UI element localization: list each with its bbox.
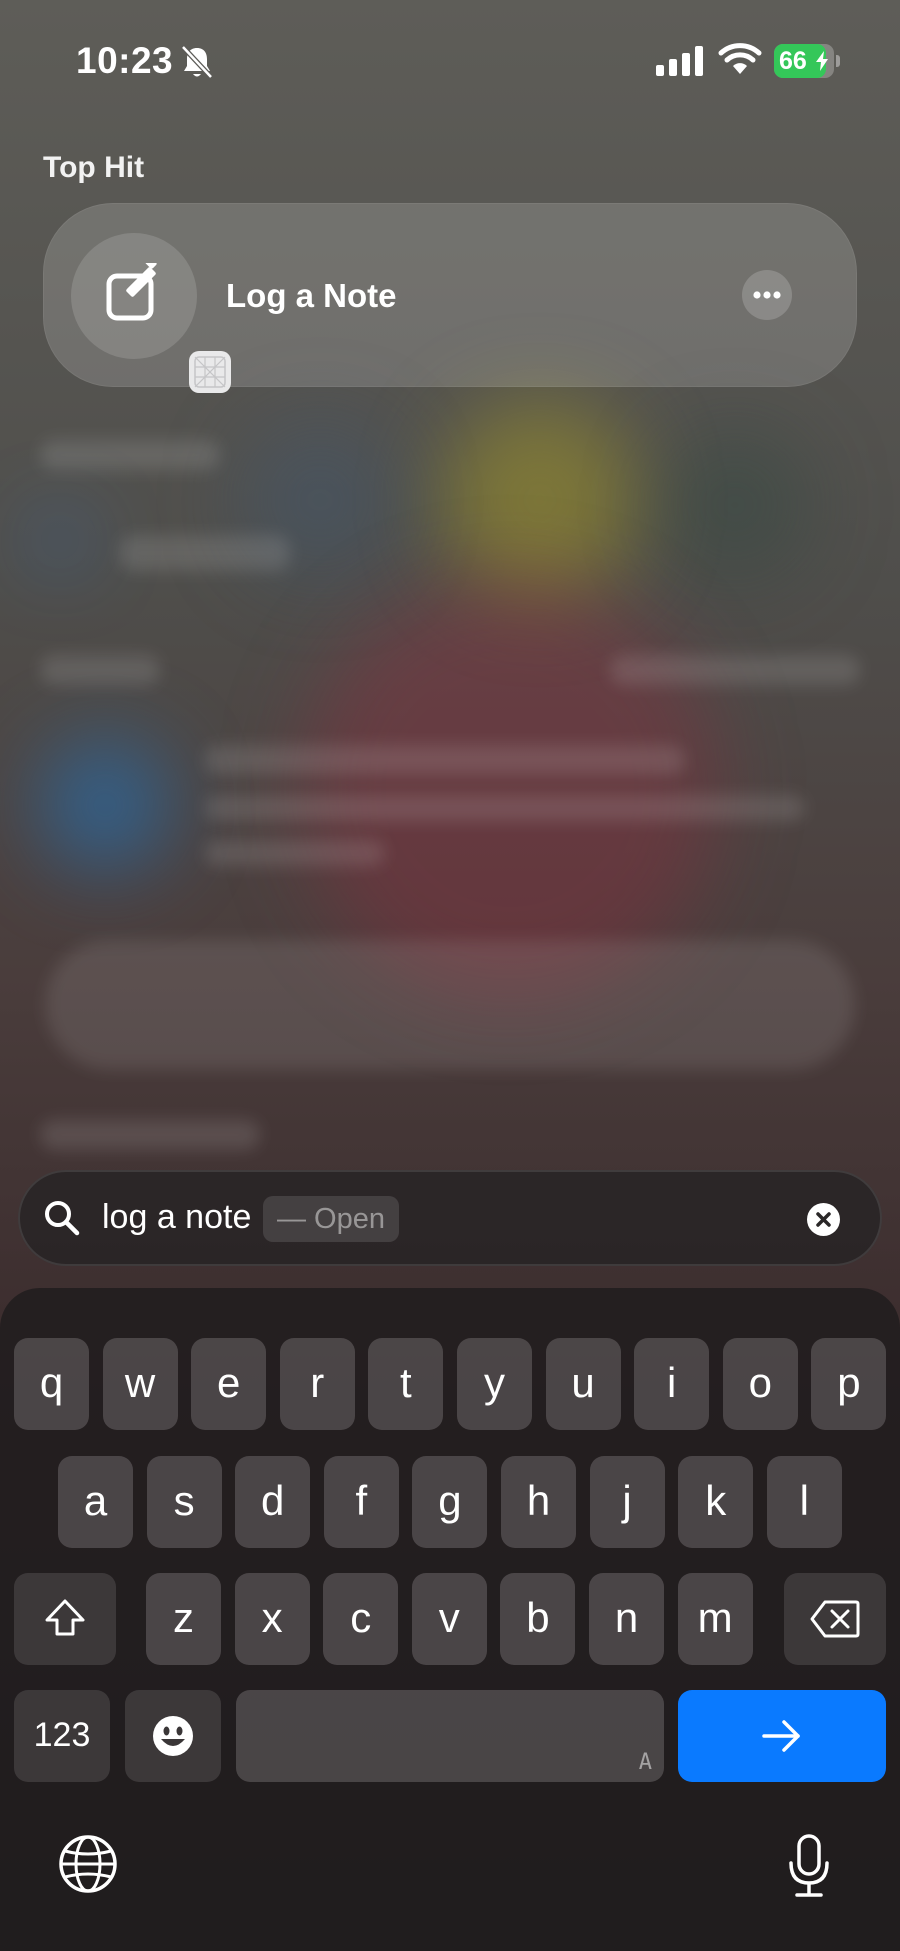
key-p[interactable]: p bbox=[811, 1338, 887, 1430]
key-k[interactable]: k bbox=[678, 1456, 754, 1548]
background-blur bbox=[120, 535, 290, 571]
delete-key[interactable] bbox=[784, 1573, 886, 1665]
key-z[interactable]: z bbox=[146, 1573, 221, 1665]
key-h[interactable]: h bbox=[501, 1456, 576, 1548]
shortcut-badge-icon bbox=[189, 351, 231, 393]
status-time: 10:23 bbox=[76, 40, 174, 81]
key-l[interactable]: l bbox=[766, 1456, 842, 1548]
go-key[interactable] bbox=[678, 1690, 886, 1782]
key-i[interactable]: i bbox=[634, 1338, 710, 1430]
background-blur bbox=[205, 840, 385, 866]
microphone-icon[interactable] bbox=[788, 1834, 830, 1898]
key-y[interactable]: y bbox=[457, 1338, 532, 1430]
key-q[interactable]: q bbox=[14, 1338, 89, 1430]
background-blur bbox=[40, 440, 220, 470]
space-key[interactable]: A bbox=[236, 1690, 664, 1782]
wifi-icon bbox=[718, 43, 762, 74]
battery-charging-icon: 66 bbox=[774, 44, 840, 78]
key-g[interactable]: g bbox=[412, 1456, 488, 1548]
more-options-button[interactable] bbox=[742, 270, 792, 320]
shift-key[interactable] bbox=[14, 1573, 116, 1665]
background-blur bbox=[40, 740, 170, 870]
key-m[interactable]: m bbox=[677, 1573, 753, 1665]
status-bar: 10:23 66 bbox=[0, 0, 900, 120]
key-e[interactable]: e bbox=[191, 1338, 267, 1430]
cellular-signal-icon bbox=[656, 46, 703, 76]
background-blur bbox=[205, 795, 805, 821]
background-blur bbox=[40, 655, 160, 685]
go-arrow-icon bbox=[762, 1720, 800, 1752]
background-blur bbox=[40, 520, 80, 560]
key-f[interactable]: f bbox=[323, 1456, 399, 1548]
key-t[interactable]: t bbox=[368, 1338, 444, 1430]
battery-percent: 66 bbox=[779, 47, 807, 75]
background-blur bbox=[205, 745, 685, 775]
search-suggestion[interactable]: — Open bbox=[263, 1196, 399, 1242]
globe-icon[interactable] bbox=[58, 1834, 118, 1894]
search-icon bbox=[45, 1201, 80, 1236]
key-s[interactable]: s bbox=[146, 1456, 222, 1548]
key-w[interactable]: w bbox=[102, 1338, 178, 1430]
key-o[interactable]: o bbox=[722, 1338, 798, 1430]
top-hit-label: Top Hit bbox=[43, 151, 145, 184]
key-x[interactable]: x bbox=[234, 1573, 310, 1665]
delete-icon bbox=[810, 1600, 860, 1638]
key-a[interactable]: a bbox=[58, 1456, 133, 1548]
key-c[interactable]: c bbox=[323, 1573, 399, 1665]
search-field[interactable]: log a note — Open bbox=[18, 1170, 882, 1266]
key-n[interactable]: n bbox=[589, 1573, 664, 1665]
key-r[interactable]: r bbox=[279, 1338, 355, 1430]
key-u[interactable]: u bbox=[545, 1338, 621, 1430]
search-query: log a note bbox=[102, 1198, 252, 1236]
background-blur bbox=[45, 940, 855, 1070]
background-blur bbox=[440, 400, 640, 600]
app-icon bbox=[71, 233, 231, 393]
clear-icon bbox=[816, 1212, 831, 1227]
background-blur bbox=[40, 1120, 260, 1150]
background-blur bbox=[300, 580, 720, 1000]
numbers-key[interactable]: 123 bbox=[14, 1690, 110, 1782]
emoji-key[interactable] bbox=[125, 1690, 221, 1782]
key-j[interactable]: j bbox=[589, 1456, 665, 1548]
key-d[interactable]: d bbox=[235, 1456, 311, 1548]
shift-icon bbox=[45, 1599, 85, 1636]
top-hit-result[interactable]: Log a Note bbox=[43, 203, 857, 393]
background-blur bbox=[610, 655, 860, 685]
more-icon bbox=[753, 291, 781, 299]
background-blur bbox=[660, 430, 810, 580]
emoji-icon bbox=[153, 1716, 193, 1756]
space-hint: A bbox=[638, 1750, 652, 1775]
bell-slash-icon bbox=[181, 45, 213, 79]
compose-note-icon bbox=[106, 263, 157, 321]
clear-search-button[interactable] bbox=[807, 1203, 840, 1236]
top-hit-title: Log a Note bbox=[226, 277, 397, 314]
key-v[interactable]: v bbox=[411, 1573, 487, 1665]
key-b[interactable]: b bbox=[500, 1573, 576, 1665]
